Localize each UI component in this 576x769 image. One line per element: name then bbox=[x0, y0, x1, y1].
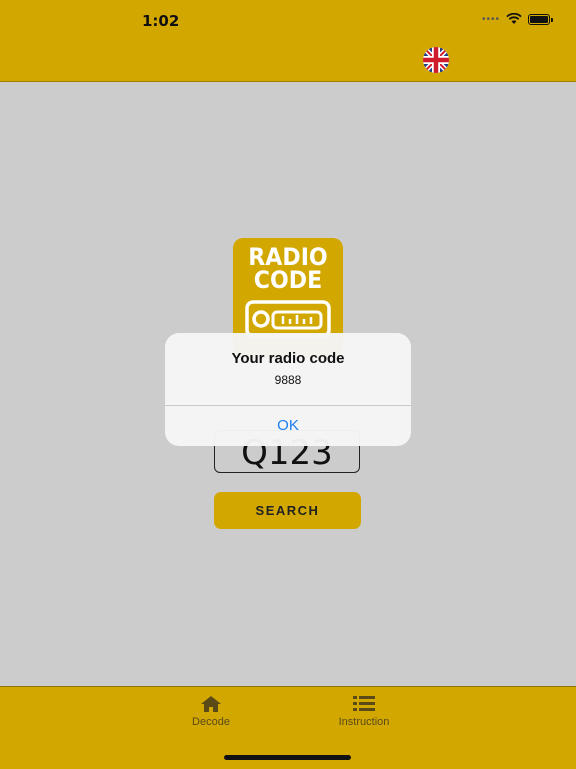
alert-message: 9888 bbox=[274, 373, 302, 387]
battery-icon bbox=[528, 13, 553, 25]
tab-decode-label: Decode bbox=[192, 716, 230, 728]
alert-ok-button[interactable]: OK bbox=[165, 406, 411, 446]
tab-instruction[interactable]: Instruction bbox=[314, 695, 414, 728]
uk-flag-icon[interactable] bbox=[423, 47, 449, 73]
wifi-icon bbox=[506, 13, 522, 24]
home-icon bbox=[201, 696, 221, 712]
status-icons: •••• bbox=[481, 13, 553, 25]
search-button[interactable]: SEARCH bbox=[214, 492, 361, 529]
list-icon bbox=[353, 696, 375, 711]
top-bar: 1:02 •••• bbox=[0, 0, 576, 82]
alert-title: Your radio code bbox=[231, 350, 345, 367]
status-time: 1:02 bbox=[142, 12, 180, 30]
signal-dots-icon: •••• bbox=[481, 13, 500, 25]
tab-decode[interactable]: Decode bbox=[161, 695, 261, 728]
logo-line-code: CODE bbox=[253, 266, 323, 294]
home-indicator[interactable] bbox=[224, 755, 351, 760]
radio-code-alert: Your radio code 9888 OK bbox=[165, 333, 411, 446]
tab-instruction-label: Instruction bbox=[338, 716, 390, 728]
